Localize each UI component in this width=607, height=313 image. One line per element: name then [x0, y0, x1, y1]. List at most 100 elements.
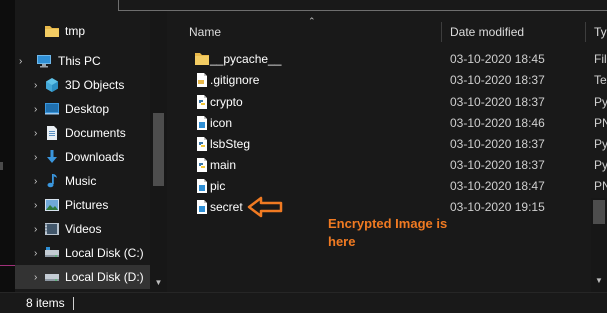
nav-item-videos[interactable]: › Videos: [15, 217, 150, 241]
cube-icon: [46, 78, 58, 92]
chevron-right-icon[interactable]: ›: [34, 80, 37, 91]
file-date: 03-10-2020 18:37: [450, 158, 545, 172]
item-count: 8 items: [26, 296, 65, 310]
column-header-name[interactable]: Name: [189, 22, 221, 42]
nav-label: Local Disk (C:): [65, 246, 144, 260]
file-row[interactable]: __pycache__ 03-10-2020 18:45 Fil: [183, 48, 607, 70]
nav-label: Music: [65, 174, 97, 188]
file-name: icon: [210, 116, 233, 130]
nav-item-local-disk-d[interactable]: › Local Disk (D:): [15, 265, 150, 289]
computer-icon: [37, 55, 51, 68]
file-row[interactable]: main 03-10-2020 18:37 Py: [183, 154, 607, 176]
file-name: crypto: [210, 95, 243, 109]
scroll-down-icon[interactable]: ▼: [150, 275, 167, 291]
folder-icon: [45, 26, 59, 37]
nav-item-tmp[interactable]: tmp: [15, 19, 150, 43]
nav-item-3d-objects[interactable]: › 3D Objects: [15, 73, 150, 97]
address-bar[interactable]: [118, 0, 607, 11]
column-header-date-modified[interactable]: Date modified: [450, 22, 524, 42]
chevron-right-icon[interactable]: ›: [34, 176, 37, 187]
file-row[interactable]: icon 03-10-2020 18:46 PN: [183, 112, 607, 134]
file-date: 03-10-2020 18:45: [450, 52, 545, 66]
chevron-right-icon[interactable]: ›: [34, 200, 37, 211]
chevron-right-icon[interactable]: ›: [34, 104, 37, 115]
chevron-right-icon[interactable]: ›: [34, 272, 37, 283]
chevron-right-icon[interactable]: ›: [34, 224, 37, 235]
nav-item-music[interactable]: › Music: [15, 169, 150, 193]
file-row[interactable]: crypto 03-10-2020 18:37 Py: [183, 91, 607, 113]
nav-item-desktop[interactable]: › Desktop: [15, 97, 150, 121]
file-date: 03-10-2020 18:37: [450, 137, 545, 151]
status-bar: 8 items: [0, 292, 607, 313]
file-name: lsbSteg: [210, 137, 251, 151]
file-type: PN: [594, 116, 607, 130]
navigation-scrollbar[interactable]: ▼: [150, 0, 167, 292]
status-divider: [73, 297, 74, 310]
file-name: pic: [210, 179, 226, 193]
sort-ascending-icon: ⌃: [308, 16, 316, 26]
nav-item-this-pc[interactable]: › This PC: [15, 49, 150, 73]
file-row[interactable]: .gitignore 03-10-2020 18:37 Tex: [183, 69, 607, 91]
nav-label: Pictures: [65, 198, 109, 212]
nav-label: Documents: [65, 126, 126, 140]
file-type: Py: [594, 95, 607, 109]
image-file-icon: [197, 200, 207, 214]
window-left-edge: [0, 0, 15, 292]
file-date: 03-10-2020 18:46: [450, 116, 545, 130]
nav-item-documents[interactable]: › Documents: [15, 121, 150, 145]
nav-item-pictures[interactable]: › Pictures: [15, 193, 150, 217]
file-date: 03-10-2020 18:37: [450, 95, 545, 109]
nav-label: 3D Objects: [65, 78, 125, 92]
file-list-scrollbar[interactable]: ▼: [591, 198, 607, 292]
drive-icon: [45, 247, 59, 257]
nav-label: tmp: [65, 24, 86, 38]
nav-label: This PC: [58, 54, 101, 68]
scroll-down-icon[interactable]: ▼: [591, 272, 607, 290]
column-header-type[interactable]: Typ: [594, 22, 607, 42]
chevron-right-icon[interactable]: ›: [34, 248, 37, 259]
file-name: __pycache__: [210, 52, 282, 66]
nav-label: Videos: [65, 222, 102, 236]
file-date: 03-10-2020 18:37: [450, 73, 545, 87]
videos-icon: [45, 223, 59, 235]
drive-icon: [45, 274, 59, 281]
file-type: Tex: [594, 73, 607, 87]
documents-icon: [47, 126, 57, 140]
edge-tick: [0, 162, 3, 170]
image-file-icon: [197, 179, 207, 193]
file-row[interactable]: pic 03-10-2020 18:47 PN: [183, 175, 607, 197]
file-type: Py: [594, 158, 607, 172]
edge-highlight: [0, 265, 15, 266]
nav-item-downloads[interactable]: › Downloads: [15, 145, 150, 169]
folder-icon: [195, 53, 209, 65]
file-date: 03-10-2020 18:47: [450, 179, 545, 193]
chevron-right-icon[interactable]: ›: [34, 152, 37, 163]
scrollbar-thumb[interactable]: [593, 200, 605, 224]
chevron-right-icon[interactable]: ›: [19, 56, 22, 67]
file-type: Fil: [594, 52, 607, 66]
download-icon: [47, 150, 57, 163]
file-type: Py: [594, 137, 607, 151]
column-divider[interactable]: [585, 22, 586, 42]
text-file-icon: [197, 73, 207, 87]
column-header-row: Name ⌃ Date modified Typ: [175, 16, 607, 42]
nav-item-local-disk-c[interactable]: › Local Disk (C:): [15, 241, 150, 265]
music-icon: [47, 174, 57, 188]
image-file-icon: [197, 116, 207, 130]
chevron-right-icon[interactable]: ›: [34, 128, 37, 139]
pictures-icon: [45, 199, 59, 211]
python-file-icon: [197, 95, 207, 109]
file-type: PN: [594, 179, 607, 193]
file-name: .gitignore: [210, 73, 260, 87]
file-name: secret: [210, 200, 243, 214]
nav-label: Desktop: [65, 102, 110, 116]
python-file-icon: [197, 158, 207, 172]
nav-label: Downloads: [65, 150, 125, 164]
scrollbar-thumb[interactable]: [153, 113, 164, 186]
desktop-icon: [45, 103, 59, 115]
annotation-arrow-icon: [247, 196, 283, 218]
navigation-pane: tmp › This PC › 3D Objects › Desktop › D…: [15, 0, 150, 292]
file-row[interactable]: lsbSteg 03-10-2020 18:37 Py: [183, 133, 607, 155]
file-name: main: [210, 158, 237, 172]
column-divider[interactable]: [441, 22, 442, 42]
